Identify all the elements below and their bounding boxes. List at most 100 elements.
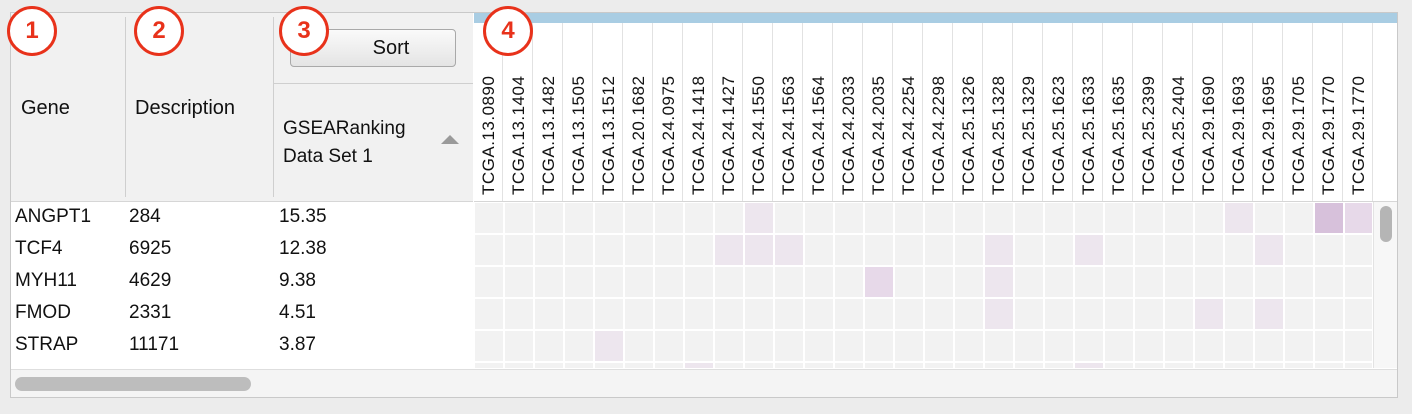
table-row[interactable]: MYH11 4629 9.38 (11, 266, 473, 298)
heatmap-cell[interactable] (865, 203, 893, 233)
heatmap-cell[interactable] (475, 331, 503, 361)
heatmap-cell[interactable] (1165, 299, 1193, 329)
heatmap-cell[interactable] (1075, 363, 1103, 368)
heatmap-cell[interactable] (595, 363, 623, 368)
heatmap-cell[interactable] (1315, 203, 1343, 233)
heatmap-cell[interactable] (775, 267, 803, 297)
table-row[interactable]: TCF4 6925 12.38 (11, 234, 473, 266)
heatmap-cell[interactable] (565, 299, 593, 329)
sort-ascending-icon[interactable] (441, 135, 459, 144)
heatmap-cell[interactable] (1015, 363, 1043, 368)
column-header-gene[interactable]: Gene (21, 97, 70, 120)
heatmap-cell[interactable] (985, 363, 1013, 368)
heatmap-cell[interactable] (865, 267, 893, 297)
heatmap-cell[interactable] (505, 363, 533, 368)
table-row[interactable]: STRAP 11171 3.87 (11, 330, 473, 362)
vertical-scroll-thumb[interactable] (1380, 206, 1392, 242)
heatmap-cell[interactable] (1045, 203, 1073, 233)
heatmap-cell[interactable] (1225, 235, 1253, 265)
heatmap-cell[interactable] (805, 235, 833, 265)
heatmap-cell[interactable] (805, 203, 833, 233)
heatmap-cell[interactable] (925, 331, 953, 361)
sample-header[interactable]: TCGA.25.1633 (1074, 23, 1103, 201)
heatmap-cell[interactable] (805, 363, 833, 368)
heatmap-cell[interactable] (895, 299, 923, 329)
heatmap-cell[interactable] (1225, 331, 1253, 361)
sample-header[interactable]: TCGA.25.1623 (1044, 23, 1073, 201)
heatmap-cell[interactable] (1225, 267, 1253, 297)
heatmap-cell[interactable] (1345, 235, 1372, 265)
heatmap-cell[interactable] (535, 267, 563, 297)
heatmap-cell[interactable] (1315, 267, 1343, 297)
sample-header[interactable]: TCGA.24.1563 (774, 23, 803, 201)
heatmap-cell[interactable] (1045, 331, 1073, 361)
column-divider[interactable] (273, 17, 274, 197)
heatmap-cell[interactable] (1165, 267, 1193, 297)
heatmap-cell[interactable] (685, 363, 713, 368)
column-divider[interactable] (125, 17, 126, 197)
heatmap-cell[interactable] (865, 363, 893, 368)
sample-header[interactable]: TCGA.29.1770 (1314, 23, 1343, 201)
heatmap-cell[interactable] (985, 267, 1013, 297)
heatmap-cell[interactable] (715, 203, 743, 233)
heatmap-cell[interactable] (985, 235, 1013, 265)
heatmap-cell[interactable] (1345, 363, 1372, 368)
heatmap-cell[interactable] (565, 363, 593, 368)
heatmap-cell[interactable] (715, 363, 743, 368)
heatmap-cell[interactable] (1345, 331, 1372, 361)
sample-header[interactable]: TCGA.24.2035 (864, 23, 893, 201)
heatmap-cell[interactable] (745, 267, 773, 297)
heatmap-cell[interactable] (775, 363, 803, 368)
heatmap-cell[interactable] (625, 299, 653, 329)
heatmap-cell[interactable] (745, 203, 773, 233)
heatmap-cell[interactable] (1315, 363, 1343, 368)
heatmap-cell[interactable] (1165, 331, 1193, 361)
heatmap-cell[interactable] (835, 203, 863, 233)
heatmap-cell[interactable] (865, 299, 893, 329)
heatmap-cell[interactable] (1015, 267, 1043, 297)
heatmap-cell[interactable] (685, 267, 713, 297)
heatmap-cell[interactable] (955, 235, 983, 265)
heatmap-cell[interactable] (775, 203, 803, 233)
sample-header[interactable]: TCGA.25.2404 (1164, 23, 1193, 201)
heatmap-cell[interactable] (1195, 203, 1223, 233)
sample-header[interactable]: TCGA.20.1682 (624, 23, 653, 201)
heatmap-cell[interactable] (955, 363, 983, 368)
heatmap-cell[interactable] (535, 235, 563, 265)
heatmap-cell[interactable] (535, 331, 563, 361)
heatmap-cell[interactable] (925, 299, 953, 329)
column-header-ranking[interactable]: GSEARanking Data Set 1 (283, 115, 406, 171)
sample-header[interactable]: TCGA.25.1635 (1104, 23, 1133, 201)
heatmap-cell[interactable] (835, 363, 863, 368)
sample-header[interactable]: TCGA.25.1326 (954, 23, 983, 201)
heatmap-cell[interactable] (1225, 299, 1253, 329)
heatmap-cell[interactable] (505, 331, 533, 361)
heatmap-cell[interactable] (475, 203, 503, 233)
column-header-description[interactable]: Description (135, 97, 235, 120)
heatmap-cell[interactable] (835, 267, 863, 297)
sample-header[interactable]: TCGA.29.1770 (1344, 23, 1373, 201)
heatmap-cell[interactable] (925, 235, 953, 265)
heatmap-cell[interactable] (1045, 299, 1073, 329)
heatmap-cell[interactable] (1255, 299, 1283, 329)
heatmap-cell[interactable] (985, 299, 1013, 329)
heatmap-cell[interactable] (955, 267, 983, 297)
sample-header[interactable]: TCGA.25.1328 (984, 23, 1013, 201)
horizontal-scrollbar[interactable] (11, 369, 1397, 397)
heatmap-cell[interactable] (655, 235, 683, 265)
heatmap-cell[interactable] (1105, 203, 1133, 233)
heatmap-cell[interactable] (1315, 235, 1343, 265)
heatmap-cell[interactable] (1105, 235, 1133, 265)
heatmap-cell[interactable] (745, 331, 773, 361)
heatmap-cell[interactable] (1315, 299, 1343, 329)
sample-header[interactable]: TCGA.24.2033 (834, 23, 863, 201)
heatmap-cell[interactable] (1255, 203, 1283, 233)
heatmap-cell[interactable] (1195, 331, 1223, 361)
heatmap-cell[interactable] (625, 203, 653, 233)
sample-header[interactable]: TCGA.13.1482 (534, 23, 563, 201)
heatmap-cell[interactable] (925, 267, 953, 297)
heatmap-cell[interactable] (1075, 203, 1103, 233)
heatmap-cell[interactable] (1255, 363, 1283, 368)
heatmap-cell[interactable] (1315, 331, 1343, 361)
heatmap-cell[interactable] (1255, 331, 1283, 361)
